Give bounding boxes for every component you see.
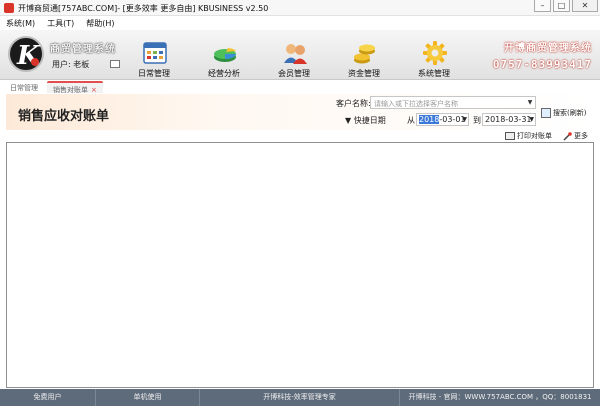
print-label: 打印对账单: [517, 132, 552, 140]
statement-content-area[interactable]: [6, 142, 594, 388]
title-bar: 开博商贸通[757ABC.COM]- [更多效率 更多自由] KBUSINESS…: [0, 0, 600, 16]
members-icon: [284, 44, 307, 64]
logo-letter: K: [17, 41, 40, 71]
toolbar-fund-management[interactable]: 资金管理: [337, 40, 391, 78]
tools-icon: [563, 131, 572, 141]
from-label: 从: [407, 116, 415, 125]
quick-date-label: 快捷日期: [353, 116, 386, 125]
more-button[interactable]: 更多: [563, 131, 588, 141]
customer-input[interactable]: 请输入或下拉选择客户名称 ▼: [370, 96, 536, 109]
search-refresh-button[interactable]: 搜索(刷新): [541, 106, 586, 120]
coins-icon: [354, 44, 375, 64]
app-icon: [4, 3, 14, 13]
to-date-value: 2018-03-31: [485, 115, 532, 124]
logo: K: [8, 36, 44, 72]
printer-icon: [505, 132, 515, 140]
current-user: 用户: 老板: [52, 60, 90, 69]
toolbar-label: 系统管理: [418, 69, 450, 78]
minimize-button[interactable]: –: [534, 0, 551, 12]
status-slogan: 开博科技-效率管理专家: [200, 389, 400, 406]
from-date-input[interactable]: 2018-03-01 ▼: [416, 113, 469, 126]
pie-chart-icon: [214, 48, 236, 62]
status-contact: 开博科技 - 官网：WWW.757ABC.COM ，QQ：8001831: [408, 393, 592, 401]
hotline-title: 开博商贸管理系统: [504, 43, 592, 54]
gear-icon: [423, 41, 447, 65]
maximize-button[interactable]: □: [553, 0, 570, 12]
status-user-type: 免费用户: [0, 389, 96, 406]
toolbar-label: 资金管理: [348, 69, 380, 78]
chevron-down-icon[interactable]: ▼: [529, 114, 534, 125]
tab-close-icon[interactable]: ×: [91, 86, 97, 94]
to-date-input[interactable]: 2018-03-31 ▼: [482, 113, 536, 126]
tab-sales-statement[interactable]: 销售对账单 ×: [47, 81, 103, 94]
toolbar-banner: K 商贸管理系统 用户: 老板 日常管理 经营分析 会员管理 资金管理 系统管理…: [0, 30, 600, 80]
tab-strip: 日常管理 销售对账单 ×: [0, 80, 600, 94]
menu-tools[interactable]: 工具(T): [47, 18, 74, 29]
from-date-year: 2018: [419, 115, 440, 124]
quick-date-dropdown[interactable]: ▼ 快捷日期: [345, 115, 386, 126]
toolbar-label: 会员管理: [278, 69, 310, 78]
close-button[interactable]: ✕: [572, 0, 598, 12]
chevron-down-icon[interactable]: ▼: [462, 114, 467, 125]
search-icon: [541, 108, 551, 118]
system-name: 商贸管理系统: [50, 44, 116, 55]
status-bar: 免费用户 单机使用 开博科技-效率管理专家 开博科技 - 官网：WWW.757A…: [0, 389, 600, 406]
toolbar-daily-management[interactable]: 日常管理: [127, 40, 181, 78]
hotline: 开博商贸管理系统 0757-83993417: [493, 39, 592, 71]
tab-daily-management[interactable]: 日常管理: [10, 83, 38, 93]
user-card-icon[interactable]: [110, 60, 120, 68]
window-controls: – □ ✕: [534, 0, 598, 12]
customer-placeholder: 请输入或下拉选择客户名称: [374, 100, 458, 108]
toolbar-system-management[interactable]: 系统管理: [407, 40, 461, 78]
toolbar-business-analysis[interactable]: 经营分析: [197, 40, 251, 78]
print-statement-button[interactable]: 打印对账单: [505, 131, 552, 141]
logo-dot: [31, 58, 39, 66]
menu-bar: 系统(M) 工具(T) 帮助(H): [0, 16, 600, 30]
toolbar-member-management[interactable]: 会员管理: [267, 40, 321, 78]
status-mode: 单机使用: [96, 389, 200, 406]
customer-label: 客户名称:: [336, 99, 371, 108]
search-label: 搜索(刷新): [553, 109, 587, 117]
window-title: 开博商贸通[757ABC.COM]- [更多效率 更多自由] KBUSINESS…: [18, 4, 269, 13]
toolbar-label: 经营分析: [208, 69, 240, 78]
toolbar-label: 日常管理: [138, 69, 170, 78]
more-label: 更多: [574, 132, 588, 140]
chevron-down-icon[interactable]: ▼: [525, 97, 535, 108]
menu-system[interactable]: 系统(M): [6, 18, 35, 29]
calendar-icon: [143, 42, 167, 64]
to-label: 到: [473, 116, 481, 125]
page-title: 销售应收对账单: [18, 109, 110, 124]
tab-label: 销售对账单: [53, 86, 88, 94]
hotline-phone: 0757-83993417: [492, 58, 592, 71]
menu-help[interactable]: 帮助(H): [86, 18, 114, 29]
